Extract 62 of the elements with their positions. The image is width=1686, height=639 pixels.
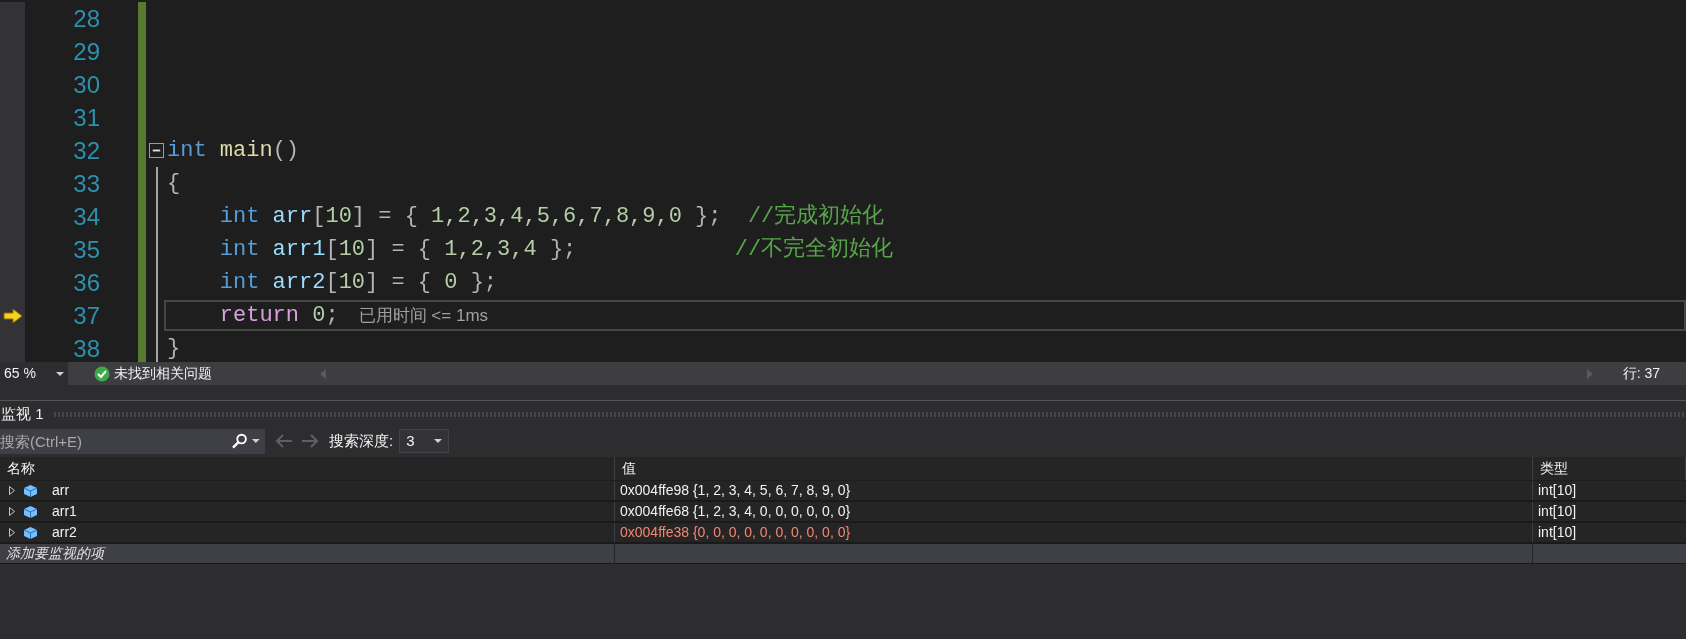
variable-name: arr: [271, 204, 313, 229]
variable-name: arr1: [52, 502, 77, 521]
code-text: (): [272, 138, 300, 163]
line-number: 31: [72, 103, 100, 133]
keyword-token: int: [218, 204, 260, 229]
line-number: 32: [72, 136, 100, 166]
code-text: [: [312, 204, 326, 229]
code-text: [: [325, 237, 339, 262]
variable-name: arr1: [271, 237, 326, 262]
line-number: 36: [72, 268, 100, 298]
value-cell: 0x004ffe68 {1, 2, 3, 4, 0, 0, 0, 0, 0, 0}: [615, 502, 1533, 521]
code-comment: //不完全初始化: [733, 237, 894, 262]
code-text: };: [548, 237, 577, 262]
line-number: 30: [72, 70, 100, 100]
code-text: }: [167, 336, 181, 361]
keyword-token: return: [218, 303, 300, 328]
code-text: {: [167, 171, 181, 196]
keyword-token: int: [167, 138, 207, 163]
code-text: ;: [325, 303, 339, 328]
code-text: ] = {: [365, 270, 433, 295]
line-number: 28: [72, 4, 100, 34]
search-field[interactable]: 搜索(Ctrl+E): [0, 428, 232, 454]
function-name: main: [218, 138, 273, 163]
line-indicator: 行: 37: [1622, 364, 1660, 383]
line-number: 33: [72, 169, 100, 199]
keyword-token: int: [218, 237, 260, 262]
perf-tip: 已用时间 <= 1ms: [358, 304, 489, 327]
issues-status[interactable]: 未找到相关问题: [114, 363, 212, 384]
code-text: [: [325, 270, 339, 295]
column-header[interactable]: 值: [615, 457, 1533, 480]
number-literal: 10: [325, 204, 352, 229]
number-literal: 10: [338, 237, 366, 262]
variable-name: arr: [52, 481, 70, 500]
line-number: 35: [72, 235, 100, 265]
number-literal: 1,2,3,4: [444, 237, 537, 262]
line-number: 29: [72, 37, 100, 67]
line-number: 38: [72, 334, 100, 362]
variable-name: arr2: [271, 270, 326, 295]
code-text: ] = {: [365, 237, 433, 262]
code-comment: //完成初始化: [746, 204, 885, 229]
column-header[interactable]: 类型: [1533, 457, 1686, 480]
code-text: ] = {: [351, 204, 419, 229]
line-number: 37: [72, 301, 100, 331]
search-depth-dropdown[interactable]: 3: [399, 429, 450, 453]
line-number: 34: [72, 202, 100, 232]
code-text: };: [694, 204, 722, 229]
variable-name: arr2: [52, 523, 77, 542]
code-text: };: [469, 270, 498, 295]
panel-title: 监视 1: [0, 403, 44, 424]
type-cell-text: int[10]: [1537, 502, 1578, 521]
number-literal: 0: [444, 270, 458, 295]
number-literal: 1,2,3,4,5,6,7,8,9,0: [431, 204, 682, 229]
keyword-token: int: [218, 270, 260, 295]
type-cell-text: int[10]: [1537, 523, 1578, 542]
value-cell: 0x004ffe98 {1, 2, 3, 4, 5, 6, 7, 8, 9, 0}: [615, 481, 1533, 500]
value-cell: 0x004ffe38 {0, 0, 0, 0, 0, 0, 0, 0, 0, 0}: [615, 523, 1533, 542]
type-cell-text: int[10]: [1537, 481, 1578, 500]
number-literal: 0: [311, 303, 326, 328]
number-literal: 10: [338, 270, 366, 295]
column-header[interactable]: 名称: [0, 457, 615, 480]
zoom-dropdown[interactable]: 65 %: [0, 362, 68, 385]
search-depth-label: 搜索深度:: [329, 430, 394, 451]
